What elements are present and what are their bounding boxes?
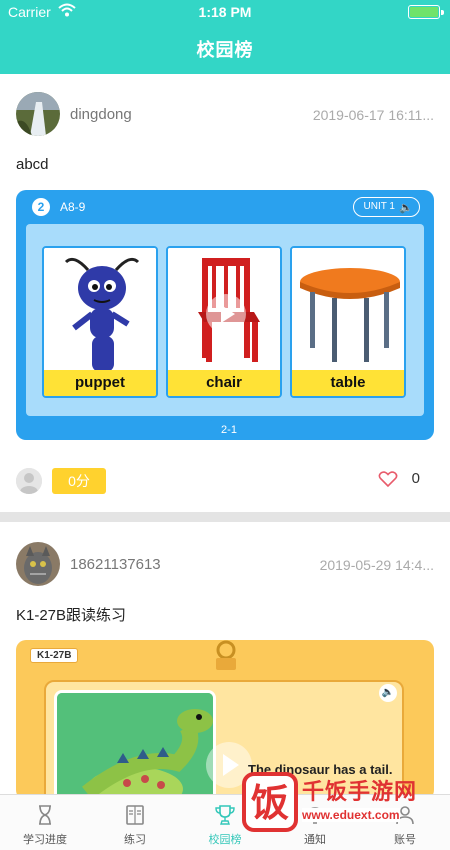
like-count: 0 [411, 470, 420, 487]
status-time: 1:18 PM [198, 4, 252, 20]
puppet-image [44, 248, 156, 372]
watermark-name: 千饭手游网 [302, 779, 418, 804]
screen: Carrier 1:18 PM 校园榜 dingdong 2019-06-17 … [0, 0, 450, 850]
hourglass-icon [39, 805, 51, 825]
vocab-label: chair [168, 370, 280, 396]
lesson-number-badge: 2 [32, 198, 50, 216]
watermark-url: www.eduext.com [302, 808, 400, 822]
watermark: 饭 千饭手游网 www.eduext.com [240, 768, 445, 844]
play-icon [221, 305, 235, 323]
like-heart-icon[interactable] [378, 470, 398, 488]
table-image [292, 248, 404, 372]
trophy-icon [215, 805, 235, 825]
unit-audio-button[interactable]: UNIT 1 🔈 [352, 197, 420, 217]
play-button[interactable] [206, 294, 246, 334]
speaker-icon[interactable]: 🔈 [379, 684, 397, 702]
post-text: K1-27B跟读练习 [16, 607, 127, 624]
tab-practice[interactable]: 练习 [90, 795, 180, 850]
watermark-logo: 饭 [242, 772, 298, 832]
user-avatar[interactable] [16, 542, 60, 586]
clip-icon [216, 640, 236, 670]
user-avatar[interactable] [16, 92, 60, 136]
unit-label: UNIT 1 [363, 201, 396, 212]
speaker-icon: 🔈 [399, 202, 413, 214]
post-footer: 0分 0 [0, 456, 450, 506]
username[interactable]: dingdong [70, 106, 132, 123]
vocab-card-table[interactable]: table [290, 246, 406, 398]
username[interactable]: 18621137613 [70, 556, 161, 573]
svg-text:饭: 饭 [251, 781, 289, 825]
vocab-card-puppet[interactable]: puppet [42, 246, 158, 398]
tab-progress[interactable]: 学习进度 [0, 795, 90, 850]
status-bar: Carrier 1:18 PM [0, 0, 450, 24]
lesson-code: A8-9 [60, 200, 86, 214]
lesson-code: K1-27B [30, 648, 79, 663]
play-icon [223, 754, 239, 776]
top-bar: Carrier 1:18 PM 校园榜 [0, 0, 450, 74]
post-text: abcd [16, 156, 49, 173]
book-icon [126, 805, 144, 825]
post-date: 2019-05-29 14:4... [319, 557, 434, 573]
section-divider [0, 512, 450, 522]
dinosaur-image [54, 690, 216, 800]
post-date: 2019-06-17 16:11... [312, 107, 434, 123]
page-title: 校园榜 [196, 40, 254, 60]
page-indicator: 2-1 [209, 420, 249, 440]
tab-label: 练习 [124, 834, 146, 846]
battery-icon [408, 5, 444, 19]
vocab-label: table [292, 370, 404, 396]
tab-label: 学习进度 [23, 834, 67, 846]
reviewer-avatar[interactable] [16, 468, 42, 494]
vocab-label: puppet [44, 370, 156, 396]
score-badge: 0分 [52, 468, 106, 494]
lesson-card[interactable]: 2 A8-9 UNIT 1 🔈 puppet chair table 2-1 [16, 190, 434, 440]
